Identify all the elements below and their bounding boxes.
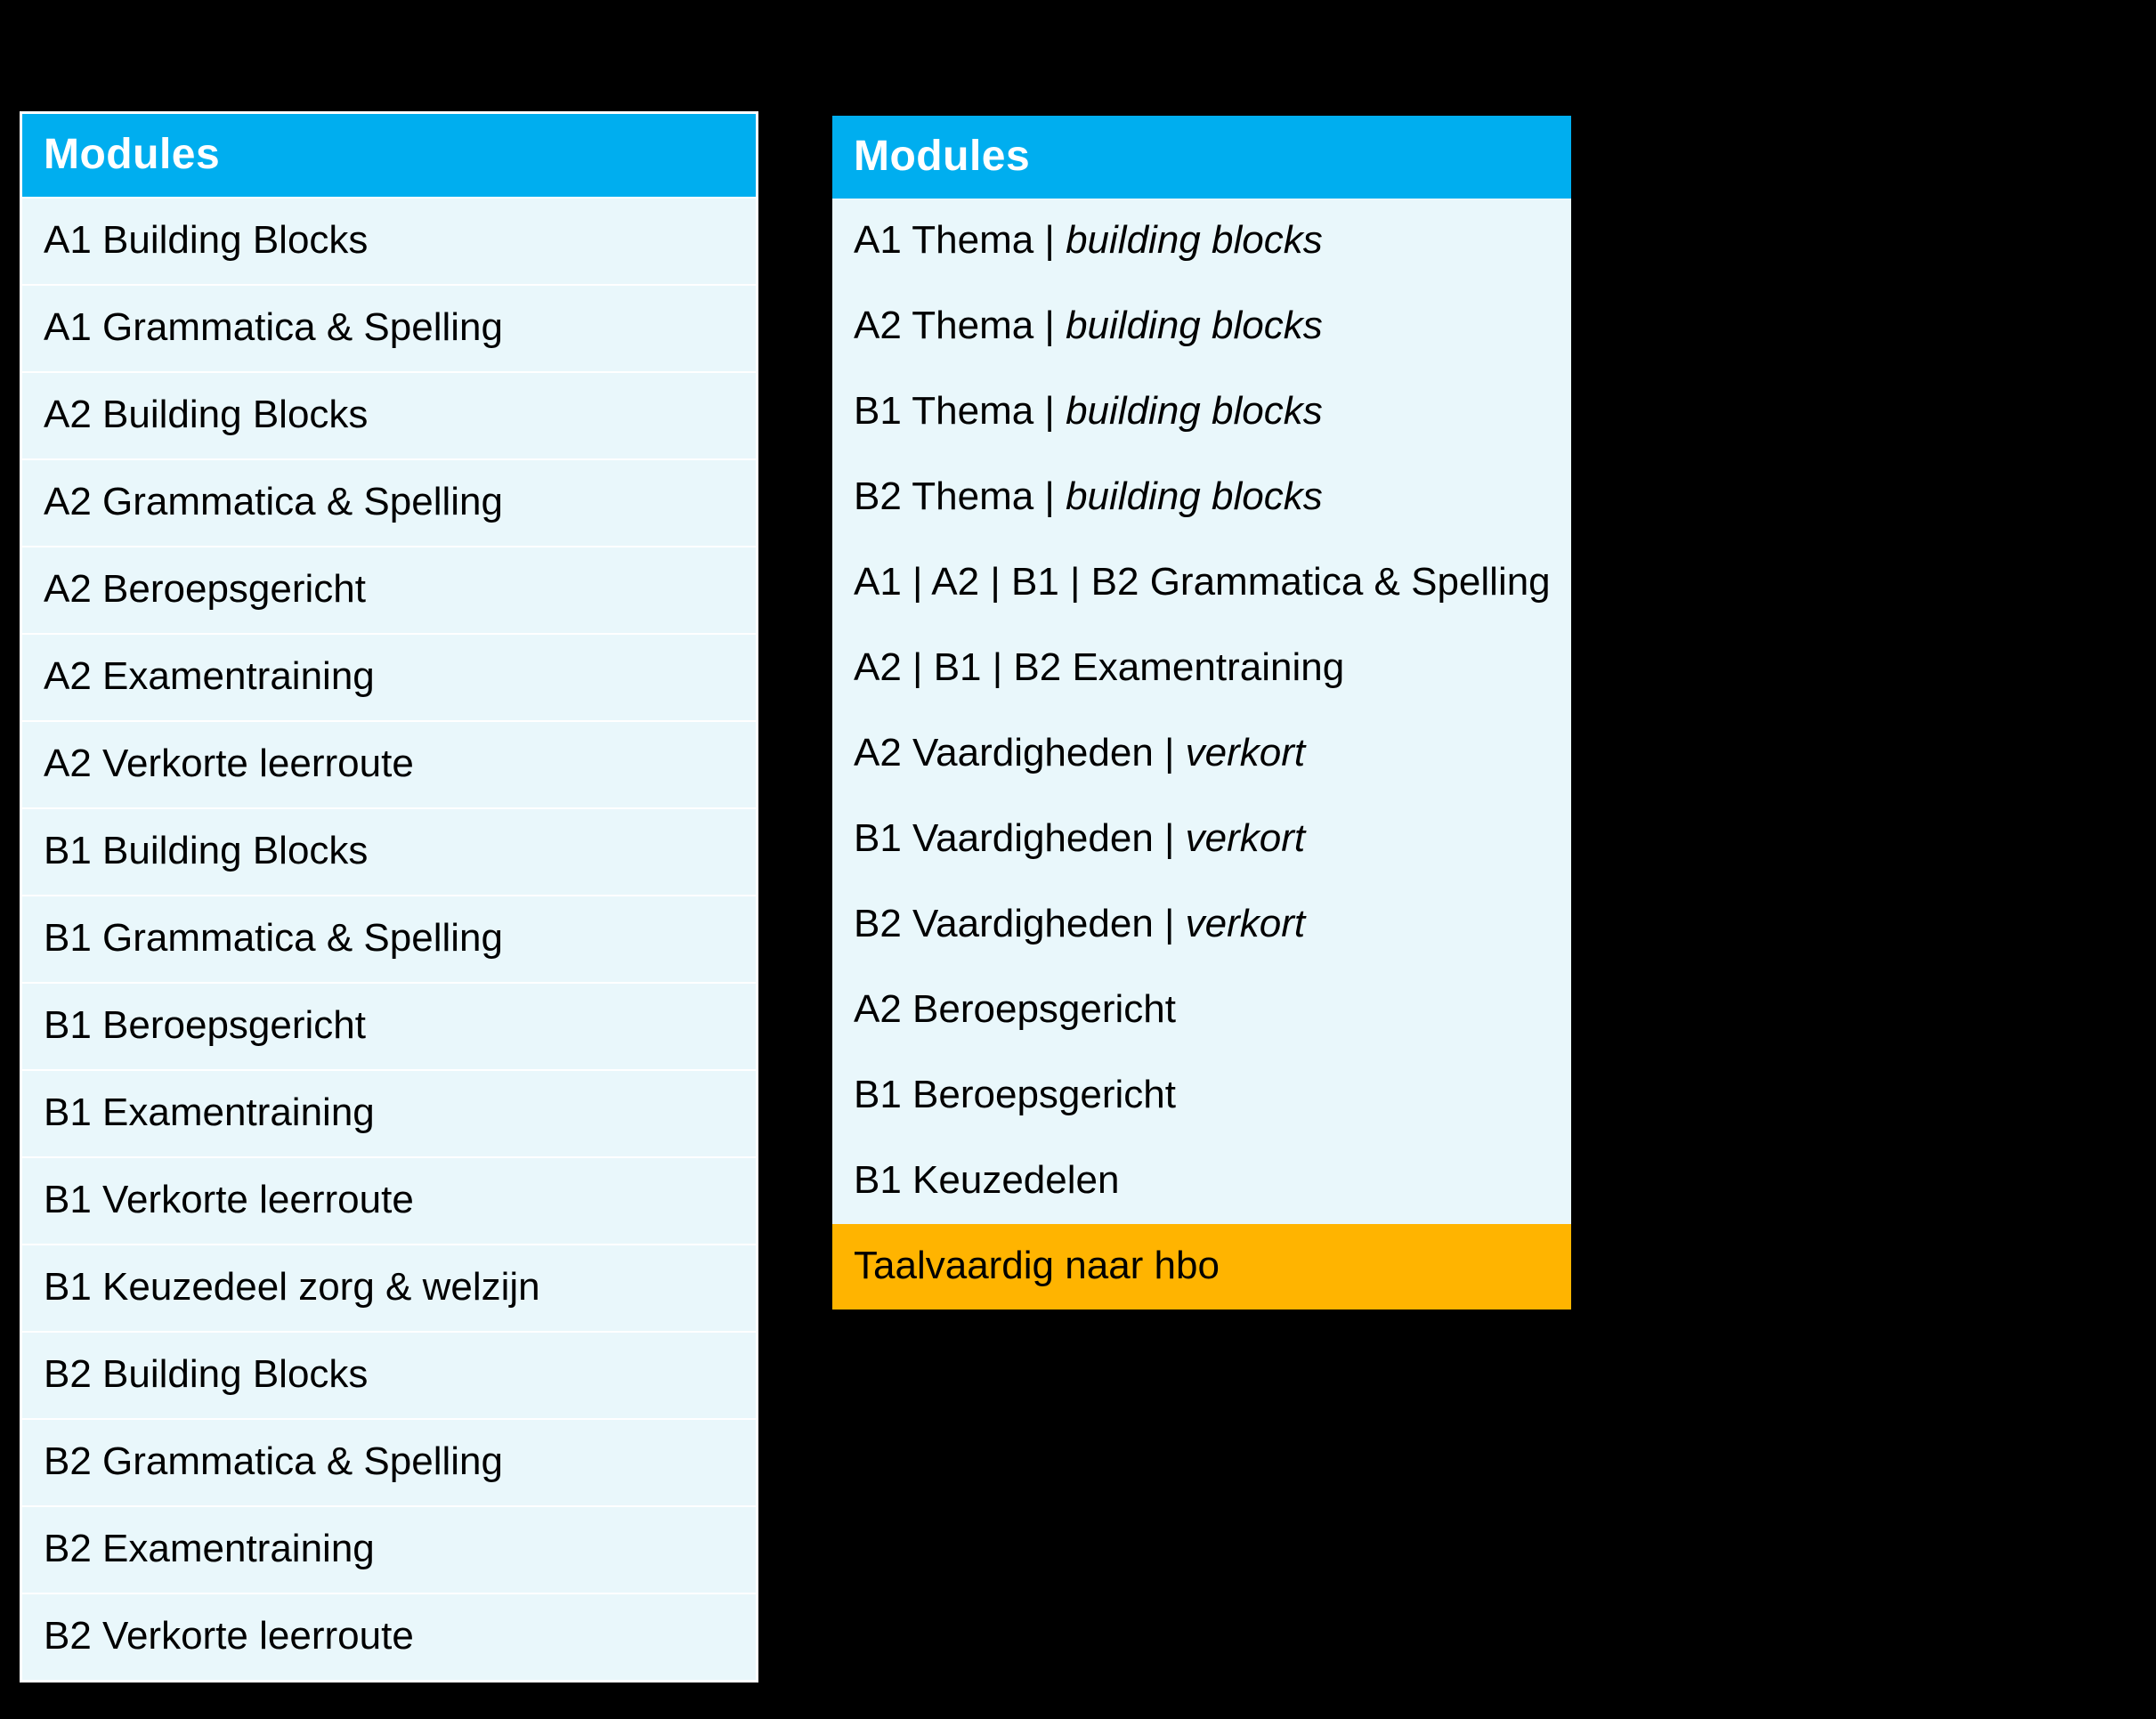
row-text: A2 Beroepsgericht	[854, 987, 1176, 1031]
row-text: B2 Thema |	[854, 474, 1066, 518]
row-text: B2 Examentraining	[44, 1527, 375, 1570]
row-text: B1 Verkorte leerroute	[44, 1178, 414, 1221]
row-text: B1 Beroepsgericht	[44, 1003, 366, 1047]
module-row-highlight: Taalvaardig naar hbo	[832, 1224, 1571, 1310]
row-text: verkort	[1186, 731, 1305, 774]
row-text: B2 Verkorte leerroute	[44, 1614, 414, 1658]
row-text: B1 Keuzedelen	[854, 1158, 1119, 1202]
row-text: A2 | B1 | B2 Examentraining	[854, 645, 1344, 689]
module-row: A1 Building Blocks	[22, 197, 756, 284]
row-text: A2 Vaardigheden |	[854, 731, 1186, 774]
row-text: B2 Vaardigheden |	[854, 902, 1186, 945]
row-text: building blocks	[1066, 474, 1323, 518]
row-text: building blocks	[1066, 304, 1323, 347]
row-text: A2 Building Blocks	[44, 393, 368, 436]
module-row: A2 Thema | building blocks	[832, 284, 1571, 369]
module-row: A1 Grammatica & Spelling	[22, 284, 756, 371]
modules-panel-left: Modules A1 Building Blocks A1 Grammatica …	[20, 111, 758, 1683]
module-row: B1 Examentraining	[22, 1069, 756, 1156]
row-text: A1 | A2 | B1 | B2 Grammatica & Spelling	[854, 560, 1551, 604]
row-text: B1 Building Blocks	[44, 829, 368, 872]
module-row: A2 Building Blocks	[22, 371, 756, 458]
row-text: B1 Examentraining	[44, 1091, 375, 1134]
row-text: Taalvaardig naar hbo	[854, 1244, 1220, 1287]
module-row: B2 Examentraining	[22, 1505, 756, 1593]
module-row: B2 Grammatica & Spelling	[22, 1418, 756, 1505]
row-text: A2 Beroepsgericht	[44, 567, 366, 611]
row-text: B1 Keuzedeel zorg & welzijn	[44, 1265, 540, 1309]
row-text: B1 Grammatica & Spelling	[44, 916, 503, 960]
module-row: B2 Thema | building blocks	[832, 455, 1571, 540]
row-text: A2 Thema |	[854, 304, 1066, 347]
module-row: B2 Building Blocks	[22, 1331, 756, 1418]
module-row: B2 Vaardigheden | verkort	[832, 882, 1571, 968]
module-row: B1 Thema | building blocks	[832, 369, 1571, 455]
module-row: B1 Vaardigheden | verkort	[832, 797, 1571, 882]
module-row: A2 Verkorte leerroute	[22, 720, 756, 807]
row-text: B1 Beroepsgericht	[854, 1073, 1176, 1116]
row-text: building blocks	[1066, 389, 1323, 433]
row-text: A1 Grammatica & Spelling	[44, 305, 503, 349]
row-text: verkort	[1186, 902, 1305, 945]
module-row: B1 Grammatica & Spelling	[22, 895, 756, 982]
module-row: A2 Examentraining	[22, 633, 756, 720]
row-text: B2 Building Blocks	[44, 1352, 368, 1396]
panel-header: Modules	[832, 116, 1571, 199]
row-text: A2 Examentraining	[44, 654, 375, 698]
row-text: A2 Verkorte leerroute	[44, 742, 414, 785]
module-row: B2 Verkorte leerroute	[22, 1593, 756, 1680]
panel-header: Modules	[22, 114, 756, 197]
module-row: B1 Beroepsgericht	[832, 1053, 1571, 1139]
module-row: B1 Beroepsgericht	[22, 982, 756, 1069]
module-row: B1 Keuzedeel zorg & welzijn	[22, 1244, 756, 1331]
row-text: A1 Thema |	[854, 218, 1066, 262]
row-text: B2 Grammatica & Spelling	[44, 1439, 503, 1483]
row-text: building blocks	[1066, 218, 1323, 262]
module-row: A2 | B1 | B2 Examentraining	[832, 626, 1571, 711]
module-row: A2 Beroepsgericht	[832, 968, 1571, 1053]
modules-panel-right: Modules A1 Thema | building blocksA2 The…	[832, 116, 1571, 1310]
row-text: B1 Vaardigheden |	[854, 816, 1186, 860]
row-text: A2 Grammatica & Spelling	[44, 480, 503, 523]
row-text: A1 Building Blocks	[44, 218, 368, 262]
module-row: A1 Thema | building blocks	[832, 199, 1571, 284]
module-row: A2 Vaardigheden | verkort	[832, 711, 1571, 797]
module-row: A2 Grammatica & Spelling	[22, 458, 756, 546]
module-row: A1 | A2 | B1 | B2 Grammatica & Spelling	[832, 540, 1571, 626]
module-row: B1 Keuzedelen	[832, 1139, 1571, 1224]
module-row: A2 Beroepsgericht	[22, 546, 756, 633]
panel-rows: A1 Thema | building blocksA2 Thema | bui…	[832, 199, 1571, 1310]
module-row: B1 Building Blocks	[22, 807, 756, 895]
row-text: B1 Thema |	[854, 389, 1066, 433]
panel-rows: A1 Building Blocks A1 Grammatica & Spelli…	[22, 197, 756, 1680]
module-row: B1 Verkorte leerroute	[22, 1156, 756, 1244]
row-text: verkort	[1186, 816, 1305, 860]
